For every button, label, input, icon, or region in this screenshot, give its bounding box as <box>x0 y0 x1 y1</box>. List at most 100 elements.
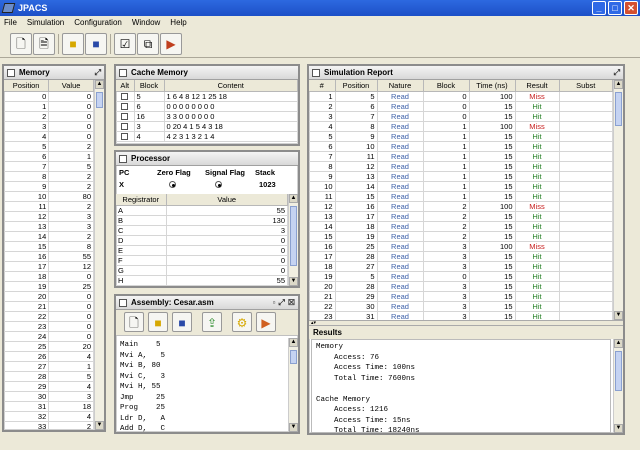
table-row[interactable]: 75 <box>4 161 94 172</box>
results-scrollbar[interactable]: ▲ ▼ <box>613 339 623 433</box>
table-row[interactable]: 10 14 Read 1 15 Hit <box>309 181 613 192</box>
table-row[interactable]: 30 3 <box>4 391 94 402</box>
table-row[interactable]: C3 <box>116 225 288 236</box>
column-header[interactable]: Content <box>164 80 298 92</box>
table-row[interactable]: 33 2 <box>4 421 94 430</box>
column-header[interactable]: Result <box>515 80 560 92</box>
export-icon[interactable]: ⇪ <box>202 312 222 332</box>
report-scrollbar[interactable]: ▲ ▼ <box>613 80 623 320</box>
table-row[interactable]: 52 <box>4 141 94 152</box>
scroll-down-icon[interactable]: ▼ <box>614 424 623 433</box>
maximize-button[interactable]: □ <box>608 1 622 15</box>
alt-checkbox[interactable] <box>121 123 129 130</box>
menu-help[interactable]: Help <box>170 16 186 30</box>
table-row[interactable]: 25 20 <box>4 341 94 352</box>
memory-scrollbar[interactable]: ▲ ▼ <box>94 80 104 430</box>
table-row[interactable]: 27 1 <box>4 361 94 372</box>
register-scrollbar[interactable]: ▲ ▼ <box>288 194 298 286</box>
assembly-scrollbar[interactable]: ▲ ▼ <box>288 338 298 432</box>
menu-simulation[interactable]: Simulation <box>27 16 64 30</box>
table-row[interactable]: 14 18 Read 2 15 Hit <box>309 221 613 232</box>
table-row[interactable]: 82 <box>4 171 94 182</box>
close-frame-icon[interactable]: ☒ <box>288 298 295 307</box>
save-icon[interactable]: ■ <box>172 312 192 332</box>
table-row[interactable]: 14 2 <box>4 231 94 242</box>
scroll-down-icon[interactable]: ▼ <box>289 423 298 432</box>
table-row[interactable]: 5 9 Read 1 15 Hit <box>309 131 613 142</box>
zero-flag-radio[interactable] <box>169 181 176 189</box>
scroll-thumb[interactable] <box>290 350 297 364</box>
table-row[interactable]: 10 <box>4 101 94 112</box>
column-header[interactable]: Value <box>48 80 94 92</box>
assembly-editor[interactable]: Main 5 Mvi A, 5 Mvi B, 80 Mvi C, 3 Mvi H, 55… <box>116 338 288 432</box>
table-row[interactable]: 40 <box>4 131 94 142</box>
table-row[interactable]: 15 19 Read 2 15 Hit <box>309 231 613 242</box>
table-row[interactable]: 44 2 3 1 3 2 1 4 <box>116 131 298 142</box>
table-row[interactable]: 22 30 Read 3 15 Hit <box>309 301 613 312</box>
table-row[interactable]: 19 25 <box>4 281 94 292</box>
table-row[interactable]: 3 7 Read 0 15 Hit <box>309 111 613 122</box>
table-row[interactable]: 17 12 <box>4 261 94 272</box>
table-row[interactable]: 6 10 Read 1 15 Hit <box>309 141 613 152</box>
new-icon[interactable]: 🗋 <box>10 33 32 55</box>
table-row[interactable]: 22 0 <box>4 311 94 322</box>
table-row[interactable]: 10 80 <box>4 191 94 202</box>
table-row[interactable]: G0 <box>116 265 288 276</box>
maximize-frame-icon[interactable]: ⤢ <box>614 68 620 77</box>
table-row[interactable]: B 130 <box>116 215 288 226</box>
scroll-up-icon[interactable]: ▲ <box>614 80 623 89</box>
menu-window[interactable]: Window <box>132 16 160 30</box>
table-row[interactable]: 21 0 <box>4 301 94 312</box>
table-row[interactable]: 12 16 Read 2 100 Miss <box>309 201 613 212</box>
maximize-frame-icon[interactable]: ⤢ <box>278 298 284 307</box>
table-row[interactable]: 24 0 <box>4 331 94 342</box>
maximize-frame-icon[interactable]: ⤢ <box>95 68 101 77</box>
column-header[interactable]: Value <box>166 194 288 206</box>
new-icon[interactable]: 🗋 <box>124 312 144 332</box>
table-row[interactable]: A 55 <box>116 205 288 216</box>
alt-checkbox[interactable] <box>121 103 129 110</box>
table-row[interactable]: 21 29 Read 3 15 Hit <box>309 291 613 302</box>
table-row[interactable]: 8 12 Read 1 15 Hit <box>309 161 613 172</box>
table-row[interactable]: 11 2 <box>4 201 94 212</box>
table-row[interactable]: E0 <box>116 245 288 256</box>
column-header[interactable]: Position <box>4 80 50 92</box>
menu-file[interactable]: File <box>4 16 17 30</box>
alt-checkbox[interactable] <box>121 133 129 140</box>
copy-icon[interactable]: ⧉ <box>137 33 159 55</box>
table-row[interactable]: 31 18 <box>4 401 94 412</box>
alt-checkbox[interactable] <box>121 113 129 120</box>
close-button[interactable]: ✕ <box>624 1 638 15</box>
table-row[interactable]: F0 <box>116 255 288 266</box>
minimize-button[interactable]: _ <box>592 1 606 15</box>
column-header[interactable]: Subst <box>559 80 613 92</box>
save-icon[interactable]: ■ <box>85 33 107 55</box>
column-header[interactable]: Time (ns) <box>469 80 516 92</box>
scroll-thumb[interactable] <box>290 206 297 266</box>
table-row[interactable]: 4 8 Read 1 100 Miss <box>309 121 613 132</box>
table-row[interactable]: D0 <box>116 235 288 246</box>
table-row[interactable]: 18 0 <box>4 271 94 282</box>
run-icon[interactable]: ▶ <box>256 312 276 332</box>
table-row[interactable]: 2 6 Read 0 15 Hit <box>309 101 613 112</box>
column-header[interactable]: Nature <box>377 80 424 92</box>
table-row[interactable]: 15 8 <box>4 241 94 252</box>
table-row[interactable]: 12 3 <box>4 211 94 222</box>
open-folder-icon[interactable]: ■ <box>62 33 84 55</box>
signal-flag-radio[interactable] <box>215 181 222 189</box>
table-row[interactable]: 29 4 <box>4 381 94 392</box>
table-row[interactable]: 9 13 Read 1 15 Hit <box>309 171 613 182</box>
table-row[interactable]: 16 55 <box>4 251 94 262</box>
table-row[interactable]: 20 <box>4 111 94 122</box>
table-row[interactable]: 00 <box>4 91 94 102</box>
table-row[interactable]: 28 5 <box>4 371 94 382</box>
run-icon[interactable]: ▶ <box>160 33 182 55</box>
table-row[interactable]: 16 3 3 0 0 0 0 0 0 <box>116 111 298 122</box>
table-row[interactable]: 16 25 Read 3 100 Miss <box>309 241 613 252</box>
scroll-thumb[interactable] <box>96 92 103 108</box>
column-header[interactable]: Position <box>335 80 378 92</box>
table-row[interactable]: 13 17 Read 2 15 Hit <box>309 211 613 222</box>
scroll-down-icon[interactable]: ▼ <box>95 421 104 430</box>
minimize-frame-icon[interactable]: ▫ <box>273 298 276 307</box>
table-row[interactable]: H 55 <box>116 275 288 286</box>
